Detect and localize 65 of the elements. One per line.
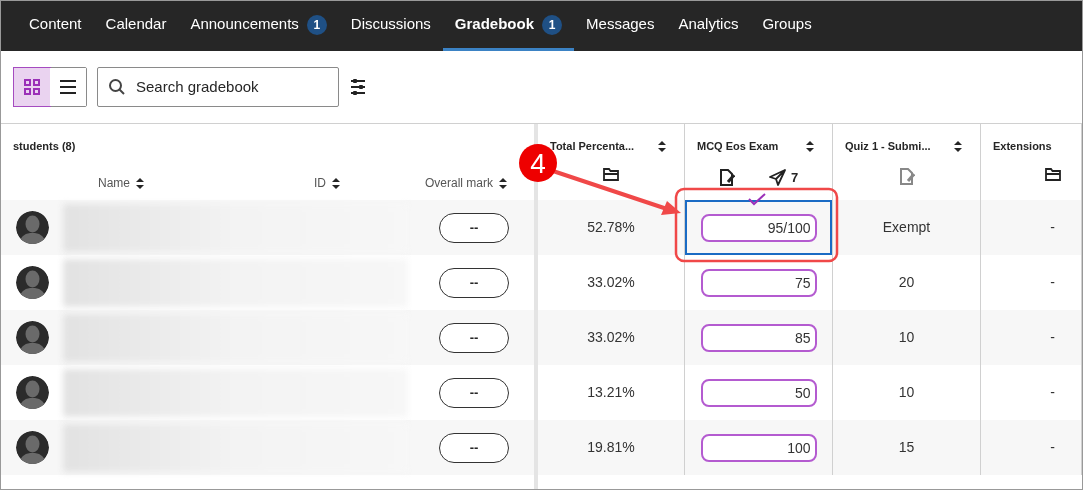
column-header[interactable]: Total Percenta... (550, 138, 635, 155)
grade-cell-text: 20 (898, 273, 915, 292)
grade-cell-text: 13.21% (587, 383, 635, 402)
overall-mark-button[interactable]: -- (439, 267, 509, 298)
column-header[interactable]: Name (98, 174, 130, 192)
grade-cell-text: - (1050, 438, 1055, 457)
grade-cell-text: 52.78% (587, 218, 635, 237)
nav-tab[interactable]: Groups (750, 1, 824, 51)
grade-cell-text: - (1050, 218, 1055, 237)
nav-tab[interactable]: Calendar (93, 1, 179, 51)
nav-tab[interactable]: Messages (574, 1, 667, 51)
sort-icon[interactable] (332, 177, 340, 189)
grade-cell-text: - (1050, 383, 1055, 402)
sort-icon[interactable] (806, 140, 814, 152)
column-header[interactable]: Overall mark (425, 174, 493, 192)
grade-cell-text: Exempt (882, 218, 931, 237)
nav-tab[interactable]: Analytics (666, 1, 751, 51)
grade-cell-text: - (1050, 273, 1055, 292)
search-input: Search gradebook (136, 75, 328, 99)
grade-cell-text: 10 (898, 383, 915, 402)
grade-input[interactable]: 75 (700, 268, 817, 297)
overall-mark-button[interactable]: -- (439, 322, 509, 353)
students-header: students (8) (13, 139, 76, 154)
overall-mark-button[interactable]: -- (439, 432, 509, 463)
nav-tab[interactable]: Announcements 1 (178, 1, 339, 51)
count-badge: 1 (306, 14, 327, 35)
grade-cell-text: 10 (898, 328, 915, 347)
nav-tab[interactable]: Discussions (338, 1, 443, 51)
grade-input[interactable]: 100 (700, 433, 817, 462)
menu-icon (60, 80, 76, 94)
avatar-icon (15, 431, 49, 464)
grid-view-button[interactable] (14, 68, 50, 106)
avatar-icon (15, 376, 49, 409)
overall-mark-button[interactable]: -- (439, 377, 509, 408)
check-icon (747, 192, 767, 206)
step-number: 4 (530, 148, 546, 179)
sort-icon[interactable] (499, 177, 507, 189)
list-view-button[interactable] (50, 68, 86, 106)
grade-input[interactable]: 50 (700, 378, 817, 407)
column-header[interactable]: Quiz 1 - Submi... (845, 138, 931, 155)
grade-cell-text: 15 (898, 438, 915, 457)
sort-icon[interactable] (954, 140, 962, 152)
overall-mark-button[interactable]: -- (439, 212, 509, 243)
grade-cell-text: 33.02% (587, 273, 635, 292)
column-header[interactable]: MCQ Eos Exam (697, 138, 779, 155)
nav-tab[interactable]: Gradebook 1 (442, 1, 575, 51)
avatar-icon (15, 211, 49, 244)
grade-input[interactable]: 85 (700, 323, 817, 352)
grade-cell-text: 33.02% (587, 328, 635, 347)
sort-icon[interactable] (658, 140, 666, 152)
grade-cell-text: 19.81% (587, 438, 635, 457)
sort-icon[interactable] (136, 177, 144, 189)
grade-cell-text: - (1050, 328, 1055, 347)
search-field[interactable]: Search gradebook (97, 67, 339, 107)
filter-icon[interactable] (349, 77, 367, 97)
count-badge: 1 (542, 14, 563, 35)
grade-input[interactable]: 95/100 (700, 213, 817, 242)
column-header[interactable]: ID (314, 174, 326, 192)
grid-icon (24, 79, 40, 95)
submission-count: 7 (790, 169, 799, 187)
search-icon (108, 78, 126, 96)
nav-tab[interactable]: Content (17, 1, 94, 51)
avatar-icon (15, 266, 49, 299)
avatar-icon (15, 321, 49, 354)
column-header[interactable]: Extensions (993, 138, 1052, 155)
